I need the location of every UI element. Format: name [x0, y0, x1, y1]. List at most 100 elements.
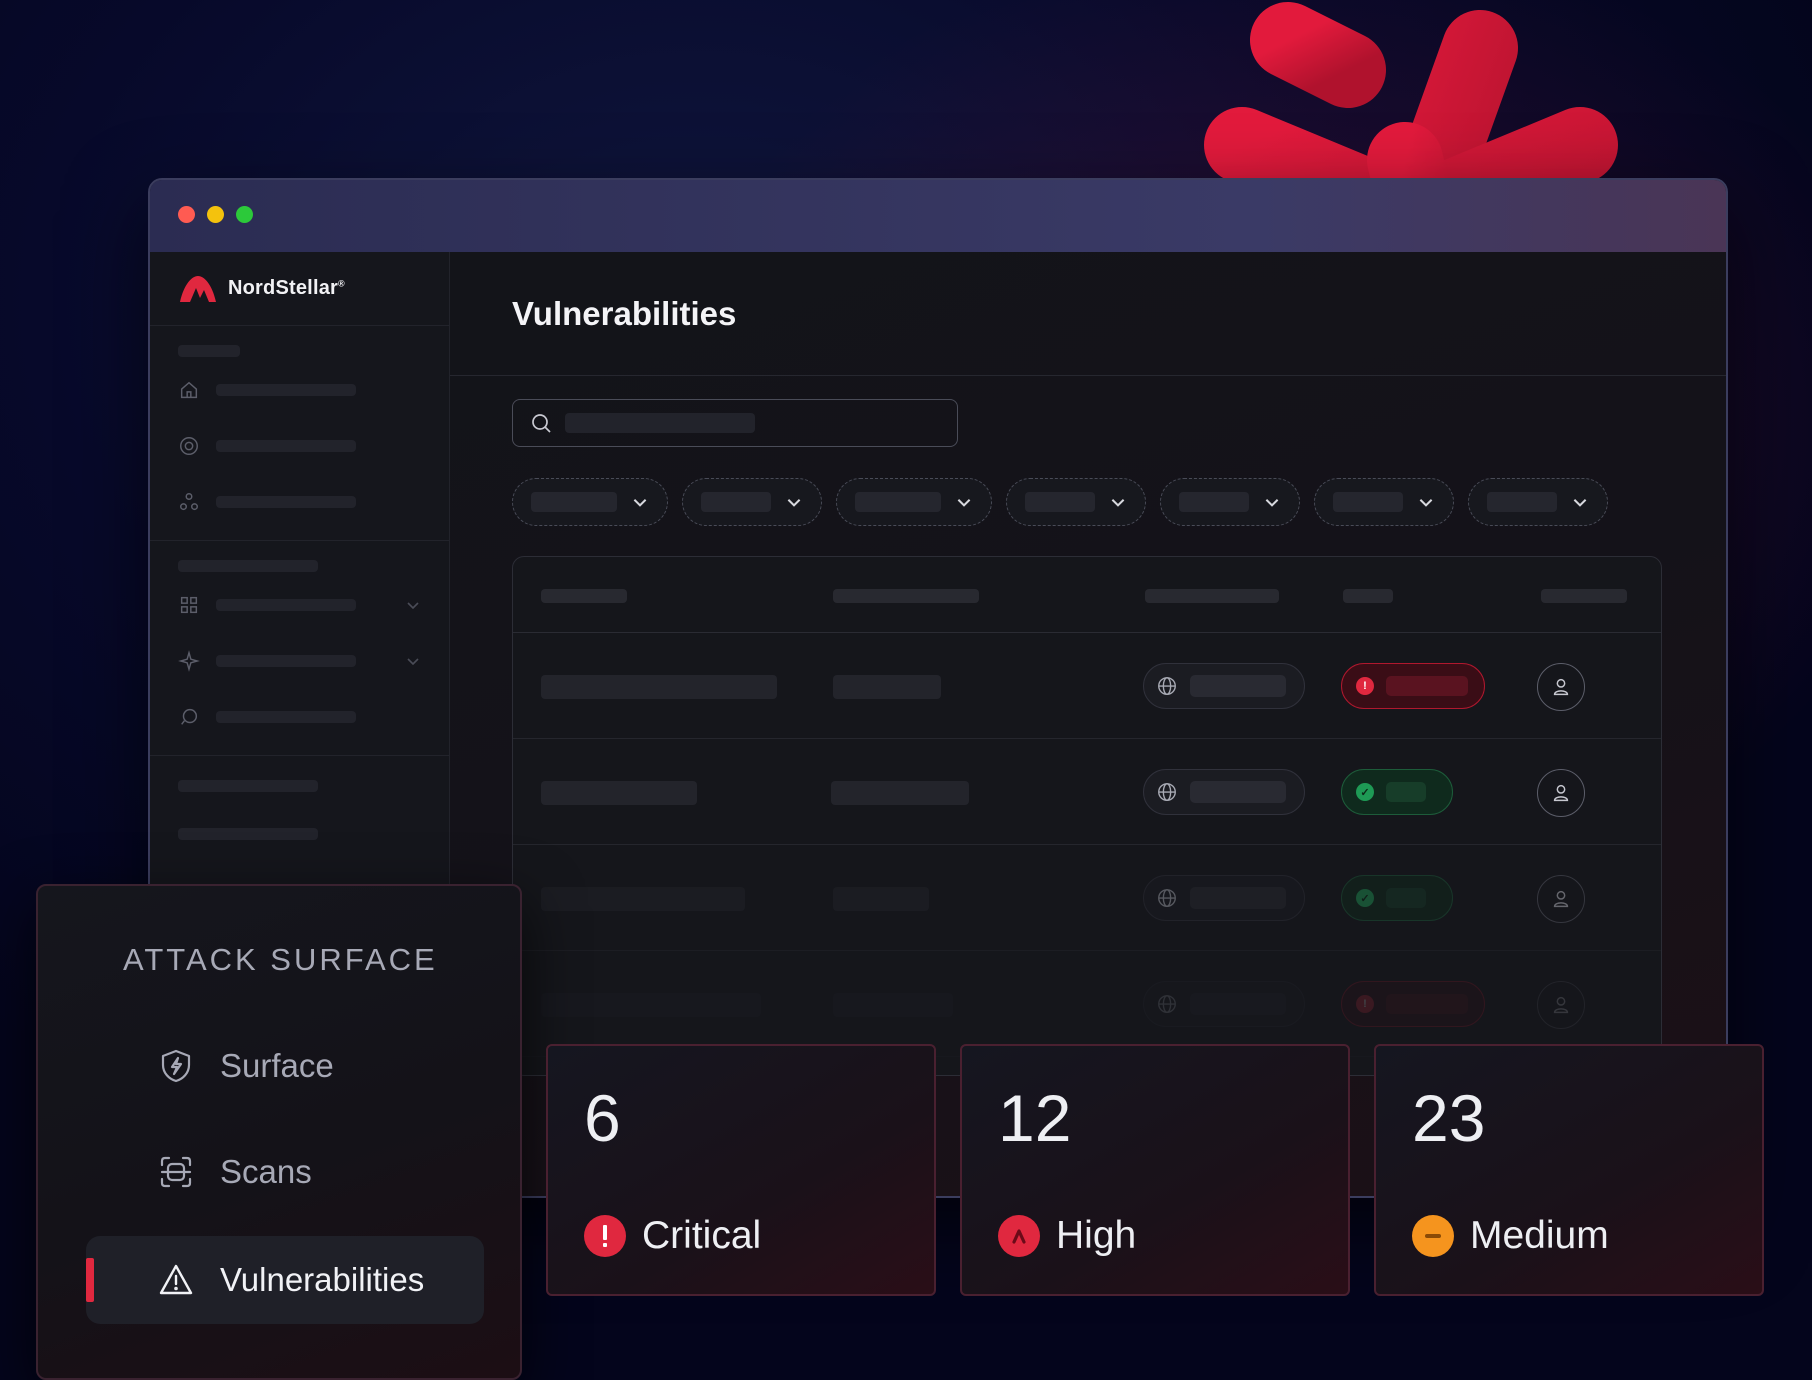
filter-label-placeholder	[531, 492, 617, 512]
label-placeholder	[216, 440, 356, 452]
asset-pill[interactable]	[1143, 981, 1305, 1027]
label-placeholder	[216, 655, 356, 667]
assignee-avatar[interactable]	[1537, 875, 1585, 923]
filter-dropdown[interactable]	[512, 478, 668, 526]
exclamation-icon: !	[1356, 995, 1374, 1013]
chevron-down-icon	[787, 499, 801, 507]
stat-count: 23	[1412, 1081, 1486, 1155]
check-icon: ✓	[1356, 889, 1374, 907]
menu-item-surface[interactable]: Surface	[86, 1022, 484, 1110]
label-placeholder	[216, 496, 356, 508]
sidebar-item-target[interactable]	[178, 418, 421, 474]
window-titlebar	[150, 180, 1726, 252]
cell-placeholder	[541, 675, 777, 699]
cell-placeholder	[541, 781, 697, 805]
cell-placeholder	[833, 675, 941, 699]
globe-icon	[1158, 783, 1176, 801]
assignee-avatar[interactable]	[1537, 769, 1585, 817]
sidebar-item-sparkle[interactable]	[178, 633, 421, 689]
cell-placeholder	[831, 781, 969, 805]
chevron-down-icon	[957, 499, 971, 507]
assignee-avatar[interactable]	[1537, 981, 1585, 1029]
stat-label: Critical	[642, 1214, 762, 1257]
status-badge: !	[1341, 981, 1485, 1027]
section-label-placeholder	[178, 345, 240, 357]
page-header: Vulnerabilities	[450, 252, 1726, 376]
assignee-avatar[interactable]	[1537, 663, 1585, 711]
users-icon	[180, 493, 198, 511]
menu-item-label: Vulnerabilities	[220, 1261, 425, 1298]
asset-pill[interactable]	[1143, 875, 1305, 921]
asset-pill[interactable]	[1143, 663, 1305, 709]
exclamation-icon	[584, 1215, 626, 1257]
stat-count: 6	[584, 1081, 621, 1155]
asset-pill[interactable]	[1143, 769, 1305, 815]
chevron-down-icon	[1573, 499, 1587, 507]
maximize-window-button[interactable]	[236, 206, 253, 223]
stat-card-critical[interactable]: 6 Critical	[546, 1044, 936, 1296]
asset-placeholder	[1190, 675, 1286, 697]
filter-dropdown[interactable]	[1160, 478, 1300, 526]
cell-placeholder	[541, 993, 761, 1017]
globe-icon	[1158, 677, 1176, 695]
minimize-window-button[interactable]	[207, 206, 224, 223]
filter-dropdown[interactable]	[836, 478, 992, 526]
status-placeholder	[1386, 676, 1468, 696]
grid-icon	[180, 596, 198, 614]
chevron-down-icon	[1111, 499, 1125, 507]
section-label-placeholder	[178, 560, 318, 572]
check-icon: ✓	[1356, 783, 1374, 801]
search-input[interactable]	[512, 399, 958, 447]
vulnerabilities-table: ! ✓ ✓ !	[512, 556, 1662, 1076]
filter-dropdown[interactable]	[1006, 478, 1146, 526]
menu-item-label: Surface	[220, 1047, 334, 1084]
stat-count: 12	[998, 1081, 1072, 1155]
table-row[interactable]: !	[513, 633, 1661, 739]
table-row[interactable]: ✓	[513, 739, 1661, 845]
menu-item-label: Scans	[220, 1153, 312, 1190]
filter-dropdown[interactable]	[1314, 478, 1454, 526]
user-icon	[1553, 890, 1569, 908]
status-placeholder	[1386, 888, 1426, 908]
home-icon	[180, 381, 198, 399]
sidebar-item-chat[interactable]	[178, 689, 421, 745]
label-placeholder	[216, 384, 356, 396]
sidebar-section-main	[150, 326, 449, 541]
chevron-down-icon	[407, 602, 419, 610]
asset-placeholder	[1190, 781, 1286, 803]
chevron-down-icon	[1265, 499, 1279, 507]
table-row[interactable]: ✓	[513, 845, 1661, 951]
cell-placeholder	[833, 993, 953, 1017]
sidebar-item-grid[interactable]	[178, 577, 421, 633]
attack-surface-menu: ATTACK SURFACE Surface Scans Vulnerabili…	[36, 884, 522, 1380]
stat-label: High	[1056, 1214, 1137, 1257]
user-icon	[1553, 996, 1569, 1014]
table-row[interactable]: !	[513, 951, 1661, 1057]
sidebar-item-home[interactable]	[178, 362, 421, 418]
filter-dropdown[interactable]	[1468, 478, 1608, 526]
label-placeholder	[216, 711, 356, 723]
chat-icon	[181, 708, 198, 725]
exclamation-icon: !	[1356, 677, 1374, 695]
stat-card-medium[interactable]: 23 Medium	[1374, 1044, 1764, 1296]
stat-label: Medium	[1470, 1214, 1609, 1257]
label-placeholder	[178, 780, 318, 792]
chevron-down-icon	[633, 499, 647, 507]
menu-item-vulnerabilities[interactable]: Vulnerabilities	[86, 1236, 484, 1324]
stat-card-high[interactable]: 12 High	[960, 1044, 1350, 1296]
close-window-button[interactable]	[178, 206, 195, 223]
table-header	[513, 557, 1661, 633]
asset-placeholder	[1190, 887, 1286, 909]
chevron-down-icon	[407, 658, 419, 666]
asset-placeholder	[1190, 993, 1286, 1015]
user-icon	[1553, 678, 1569, 696]
sidebar-item-users[interactable]	[178, 474, 421, 530]
sparkle-icon	[178, 650, 200, 672]
filter-dropdown[interactable]	[682, 478, 822, 526]
search-icon	[532, 414, 551, 433]
menu-item-scans[interactable]: Scans	[86, 1128, 484, 1216]
brand[interactable]: NordStellar®	[150, 252, 449, 326]
cell-placeholder	[541, 887, 745, 911]
filter-label-placeholder	[1333, 492, 1403, 512]
status-badge: !	[1341, 663, 1485, 709]
